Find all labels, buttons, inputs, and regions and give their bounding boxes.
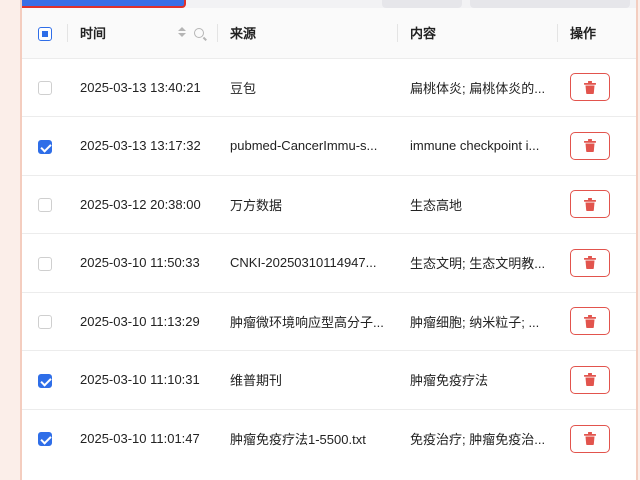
row-source: 豆包 [230,80,257,96]
select-all-checkbox[interactable] [38,26,52,41]
toolbar-primary-button[interactable] [22,0,186,8]
row-source: 维普期刊 [230,373,283,389]
row-select-cell [22,175,68,234]
trash-icon [584,80,596,94]
header-actions-label: 操作 [570,26,597,42]
header-source-label: 来源 [230,26,257,42]
row-actions-cell [558,351,636,410]
search-icon[interactable] [194,28,204,38]
row-checkbox[interactable] [38,139,52,154]
row-actions-cell [558,292,636,351]
trash-icon [584,314,596,328]
toolbar-button[interactable] [382,0,462,8]
row-checkbox[interactable] [38,373,52,388]
row-time: 2025-03-13 13:40:21 [80,79,201,95]
row-select-cell [22,292,68,351]
header-select-cell [22,8,68,58]
table-row: 2025-03-12 20:38:00 万方数据 生态高地 [22,175,636,234]
row-select-cell [22,58,68,117]
delete-button[interactable] [570,248,610,277]
trash-icon [584,256,596,270]
row-checkbox[interactable] [38,315,52,330]
table-row: 2025-03-13 13:40:21 豆包 扁桃体炎; 扁桃体炎的... [22,58,636,117]
row-checkbox[interactable] [38,198,52,213]
row-actions-cell [558,234,636,293]
row-content: 肿瘤免疫疗法 [410,373,489,389]
table-row: 2025-03-13 13:17:32 pubmed-CancerImmu-s.… [22,116,636,176]
row-source: CNKI-20250310114947... [230,255,377,271]
delete-button[interactable] [570,73,610,102]
table-row: 2025-03-10 11:13:29 肿瘤微环境响应型高分子... 肿瘤细胞;… [22,292,636,351]
table-row: 2025-03-10 11:10:31 维普期刊 肿瘤免疫疗法 [22,350,636,410]
trash-icon [584,432,596,445]
row-content: 肿瘤细胞; 纳米粒子; ... [410,314,540,330]
row-source: 肿瘤微环境响应型高分子... [230,314,384,330]
header-time-label: 时间 [80,26,107,42]
delete-button[interactable] [570,190,610,219]
delete-button[interactable] [570,424,610,453]
table-row: 2025-03-10 11:01:47 肿瘤免疫疗法1-5500.txt 免疫治… [22,409,636,468]
row-content: 免疫治疗; 肿瘤免疫治... [410,432,546,447]
records-panel: 时间 来源 内容 操作 2025-03-13 13:40:21 豆包 扁桃体炎;… [20,0,638,480]
row-select-cell [22,234,68,293]
row-time: 2025-03-10 11:50:33 [80,255,200,271]
delete-button[interactable] [570,131,610,160]
row-select-cell [22,351,68,410]
delete-button[interactable] [570,365,610,394]
trash-icon [584,139,596,153]
table-row: 2025-03-10 11:50:33 CNKI-20250310114947.… [22,233,636,293]
trash-icon [584,373,596,387]
row-time: 2025-03-12 20:38:00 [80,196,201,212]
row-actions-cell [558,175,636,234]
row-time: 2025-03-10 11:10:31 [80,372,200,388]
row-time: 2025-03-13 13:17:32 [80,138,201,154]
row-content: immune checkpoint i... [410,138,540,154]
row-content: 生态文明; 生态文明教... [410,256,546,272]
row-select-cell [22,409,68,468]
delete-button[interactable] [570,307,610,336]
row-source: 万方数据 [230,197,283,213]
trash-icon [584,197,596,211]
row-actions-cell [558,409,636,468]
toolbar-button[interactable] [470,0,630,8]
header-content-label: 内容 [410,26,437,42]
row-checkbox[interactable] [38,432,52,447]
row-time: 2025-03-10 11:13:29 [80,313,200,329]
row-checkbox[interactable] [38,256,52,271]
row-content: 扁桃体炎; 扁桃体炎的... [410,80,546,96]
table-header-row: 时间 来源 内容 操作 [22,8,636,58]
header-content: 内容 [398,8,558,58]
row-actions-cell [558,117,636,176]
header-time: 时间 [68,8,218,58]
header-source: 来源 [218,8,398,58]
row-content: 生态高地 [410,197,463,213]
row-source: 肿瘤免疫疗法1-5500.txt [230,432,366,447]
row-source: pubmed-CancerImmu-s... [230,138,378,154]
sort-icon[interactable] [178,27,186,38]
records-table: 时间 来源 内容 操作 2025-03-13 13:40:21 豆包 扁桃体炎;… [22,8,636,468]
row-actions-cell [558,58,636,117]
page-background: 时间 来源 内容 操作 2025-03-13 13:40:21 豆包 扁桃体炎;… [0,0,640,480]
header-actions: 操作 [558,8,636,58]
row-checkbox[interactable] [38,81,52,96]
row-time: 2025-03-10 11:01:47 [80,431,200,446]
row-select-cell [22,117,68,176]
